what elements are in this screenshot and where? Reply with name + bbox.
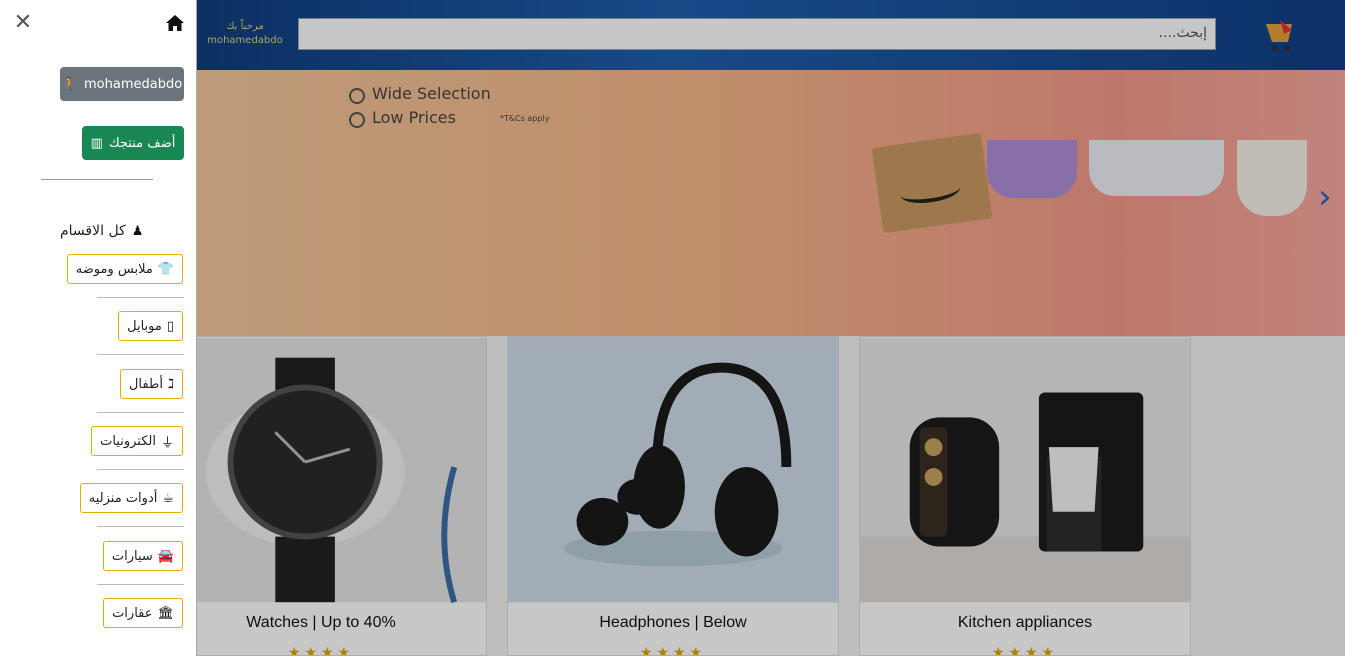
plug-icon: ⏚ (160, 435, 174, 451)
home-icon[interactable] (165, 14, 185, 32)
categories-icon: ♟ (131, 223, 144, 239)
divider (97, 354, 184, 355)
divider (41, 179, 153, 180)
divider (97, 584, 184, 585)
mobile-icon: ▯ (166, 318, 174, 334)
category-real-estate[interactable]: 🏛 عقارات (103, 598, 183, 628)
category-kids[interactable]: ℷ أطفال (119, 369, 183, 399)
divider (97, 297, 184, 298)
category-label: الكترونيات (100, 433, 156, 449)
store-icon: ▥ (90, 135, 103, 151)
category-electronics[interactable]: ⏚ الكترونيات (91, 426, 183, 456)
category-home-tools[interactable]: ☕ أدوات منزليه (79, 483, 183, 513)
category-label: موبايل (127, 318, 162, 334)
user-profile-label: mohamedabdo (84, 76, 183, 92)
add-product-button[interactable]: أضف منتجك ▥ (82, 126, 184, 160)
close-icon[interactable]: ✕ (12, 12, 34, 34)
mug-icon: ☕ (162, 490, 174, 506)
category-label: سيارات (111, 548, 153, 564)
child-icon: ℷ (167, 376, 174, 392)
main-page: إبحث.... مرحباً بك mohamedabdo Wide Sele… (0, 0, 1345, 656)
add-product-label: أضف منتجك (108, 135, 176, 151)
divider (97, 526, 184, 527)
categories-title: كل الاقسام (60, 223, 126, 239)
side-menu: ✕ 🚶 mohamedabdo أضف منتجك ▥ ♟ كل الاقسام… (0, 0, 197, 656)
all-categories-heading: ♟ كل الاقسام (60, 220, 185, 242)
shirt-icon: 👕 (157, 261, 174, 277)
user-profile-button[interactable]: 🚶 mohamedabdo (60, 67, 184, 101)
divider (97, 469, 184, 470)
user-walking-icon: 🚶 (61, 76, 78, 92)
category-label: عقارات (112, 605, 153, 621)
category-cars[interactable]: 🚘 سيارات (102, 541, 183, 571)
overlay-backdrop[interactable] (0, 0, 1345, 656)
category-clothes-fashion[interactable]: 👕 ملابس وموضه (66, 254, 183, 284)
category-label: أدوات منزليه (88, 490, 158, 506)
divider (97, 412, 184, 413)
category-label: أطفال (128, 376, 163, 392)
category-mobile[interactable]: ▯ موبايل (118, 311, 183, 341)
category-label: ملابس وموضه (75, 261, 153, 277)
car-icon: 🚘 (157, 548, 174, 564)
building-icon: 🏛 (157, 605, 174, 621)
